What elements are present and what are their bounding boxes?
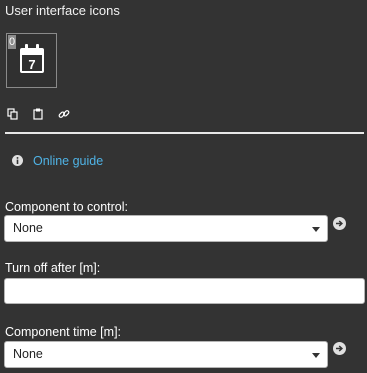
info-icon [12, 155, 23, 166]
section-divider [5, 132, 364, 134]
component-to-control-label: Component to control: [5, 200, 128, 214]
component-to-control-go-button[interactable] [333, 217, 346, 230]
paste-icon[interactable] [32, 108, 44, 120]
calendar-icon-tile[interactable]: 0 7 [6, 33, 57, 88]
turn-off-after-label: Turn off after [m]: [5, 261, 101, 275]
component-time-value: None [13, 347, 43, 361]
chevron-down-icon [312, 353, 320, 358]
icon-index-badge: 0 [8, 35, 16, 49]
component-time-select[interactable]: None [4, 341, 328, 368]
component-to-control-select[interactable]: None [4, 215, 328, 242]
component-time-label: Component time [m]: [5, 325, 122, 339]
calendar-day-number: 7 [28, 57, 35, 72]
link-icon[interactable] [58, 108, 70, 120]
calendar-icon: 7 [20, 44, 44, 73]
turn-off-after-input[interactable] [4, 278, 365, 304]
copy-icon[interactable] [7, 108, 19, 120]
chevron-down-icon [312, 227, 320, 232]
online-guide-link[interactable]: Online guide [33, 154, 103, 168]
component-time-go-button[interactable] [333, 342, 346, 355]
component-to-control-value: None [13, 221, 43, 235]
section-title: User interface icons [5, 3, 120, 18]
